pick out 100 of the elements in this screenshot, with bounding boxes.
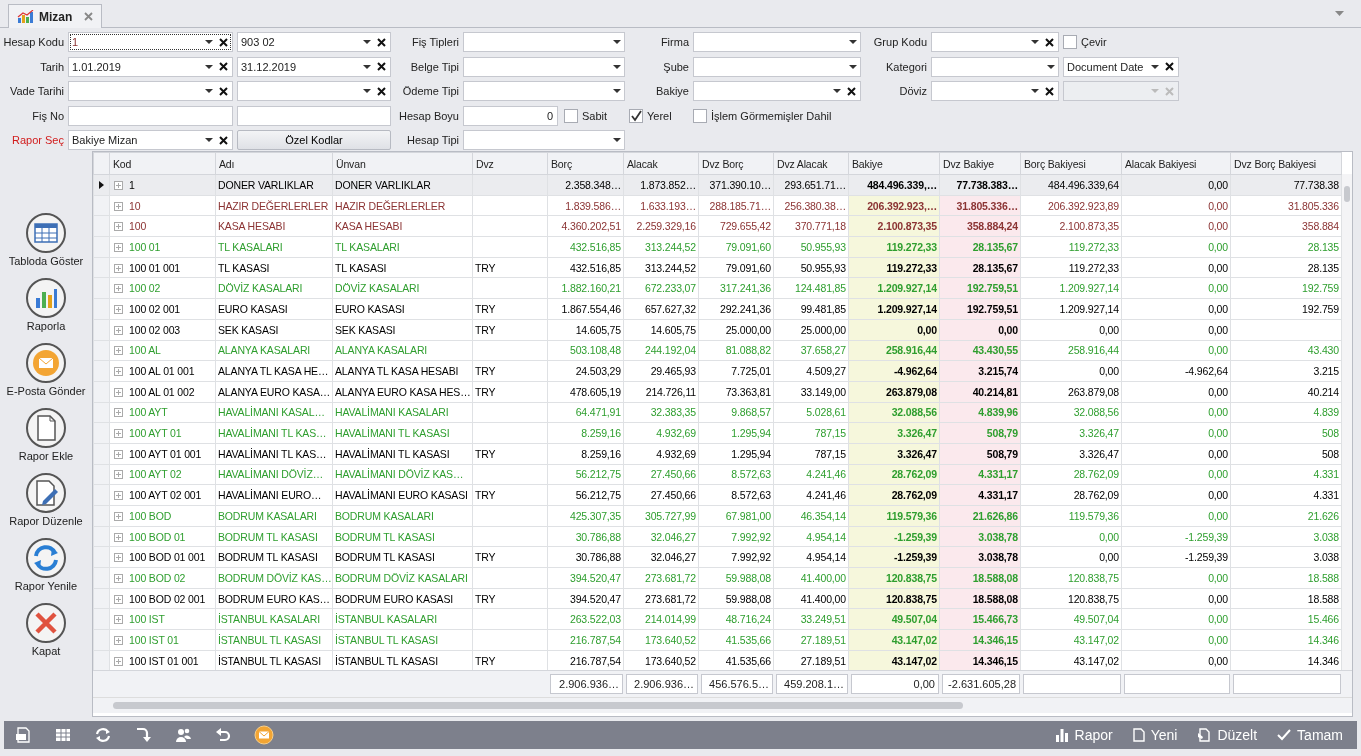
checkbox[interactable] [564, 108, 578, 123]
clear-icon[interactable] [377, 37, 386, 47]
caret-icon[interactable] [613, 89, 621, 93]
special-codes-button[interactable]: Özel Kodlar [237, 130, 391, 150]
clear-icon[interactable] [219, 37, 228, 47]
caret-icon[interactable] [613, 138, 621, 142]
expand-icon[interactable] [114, 615, 123, 625]
expand-icon[interactable] [114, 180, 123, 190]
dropdown-field[interactable] [693, 56, 861, 77]
dropdown-field[interactable] [463, 56, 625, 77]
table-icon[interactable] [54, 726, 72, 744]
caret-icon[interactable] [363, 40, 371, 44]
sidebar-button-label[interactable]: Rapor Yenile [14, 580, 78, 592]
expand-icon[interactable] [114, 594, 123, 604]
sidebar-icon[interactable] [26, 538, 66, 578]
caret-icon[interactable] [1151, 64, 1159, 69]
undo-icon[interactable] [214, 726, 232, 744]
table-row[interactable]: 100 AYT 02 001 HAVALİMANI EURO… HAVALİMANI EURO KASASI TRY 56.212,75 27.450,66 8.572,63 4.241,46 28.762,09 4.331,17 28.762,09 0,00 4.331 [93, 484, 1342, 506]
clear-icon[interactable] [377, 86, 386, 96]
input-field[interactable] [237, 105, 391, 126]
caret-icon[interactable] [1047, 64, 1055, 69]
clear-icon[interactable] [219, 135, 228, 145]
table-row[interactable]: 100 AL 01 001 ALANYA TL KASA HE… ALANYA TL KASA HESABI TRY 24.503,29 29.465,93 7.725,01 4.509,27 -4.962,64 3.215,74 0,00 -4.962,64 3.215 [93, 360, 1342, 382]
number-field[interactable]: 0 [463, 105, 558, 126]
table-row[interactable]: 100 KASA HESABI KASA HESABI 4.360.202,51 2.259.329,16 729.655,42 370.771,18 2.100.873,35 358.884,24 2.100.873,35 0,00 358.884 [93, 215, 1342, 237]
column-header[interactable]: Dvz Borç Bakiyesi [1230, 152, 1342, 175]
expand-icon[interactable] [114, 346, 123, 356]
caret-icon[interactable] [205, 64, 213, 69]
redo-arrow-icon[interactable] [134, 726, 152, 744]
toolbar-action-button[interactable]: Rapor [1050, 727, 1117, 743]
dropdown-field[interactable] [463, 32, 625, 52]
table-row[interactable]: 100 AYT HAVALİMANI KASAL… HAVALİMANI KASALARI 64.471,91 32.383,35 9.868,57 5.028,61 32.088,56 4.839,96 32.088,56 0,00 4.839 [93, 402, 1342, 423]
refresh-icon[interactable] [94, 726, 112, 744]
dropdown-field[interactable]: 1.01.2019 [68, 56, 233, 77]
expand-icon[interactable] [114, 408, 123, 418]
column-header[interactable]: Dvz [472, 152, 548, 175]
table-row[interactable]: 100 AYT 01 HAVALİMANI TL KAS… HAVALİMANI TL KASASI 8.259,16 4.932,69 1.295,94 787,15 3.326,47 508,79 3.326,47 0,00 508 [93, 422, 1342, 444]
expand-icon[interactable] [114, 325, 123, 335]
clear-icon[interactable] [377, 62, 386, 71]
expand-icon[interactable] [114, 201, 123, 211]
expand-icon[interactable] [114, 470, 123, 480]
expand-icon[interactable] [114, 491, 123, 501]
column-header[interactable]: Dvz Alacak [773, 152, 849, 175]
caret-icon[interactable] [363, 64, 371, 69]
clear-icon[interactable] [1045, 37, 1054, 47]
dropdown-field[interactable]: 1 [68, 32, 233, 52]
sidebar-button-label[interactable]: Raporla [26, 320, 66, 332]
column-header[interactable]: Alacak Bakiyesi [1121, 152, 1231, 175]
caret-icon[interactable] [849, 40, 857, 44]
dropdown-field[interactable] [693, 81, 861, 101]
caret-icon[interactable] [613, 64, 621, 69]
caret-icon[interactable] [363, 89, 371, 93]
horizontal-scrollbar[interactable] [93, 697, 1352, 713]
table-row[interactable]: 10 HAZIR DEĞERLERLER HAZIR DEĞERLERLER 1.839.586… 1.633.193… 288.185.71… 256.380.38… 206.392.923,… 31.805.336… 206.392.923,89 0,00 31.805.336 [93, 195, 1342, 216]
caret-icon[interactable] [1031, 40, 1039, 44]
sidebar-button-label[interactable]: E-Posta Gönder [6, 385, 86, 397]
table-row[interactable]: 100 BOD 01 BODRUM TL KASASI BODRUM TL KASASI 30.786,88 32.046,27 7.992,92 4.954,14 -1.259,39 3.038,78 0,00 -1.259,39 3.038 [93, 526, 1342, 547]
sidebar-button-label[interactable]: Rapor Düzenle [9, 515, 83, 527]
dropdown-field[interactable]: Bakiye Mizan [68, 130, 233, 150]
caret-icon[interactable] [1031, 89, 1039, 93]
column-header[interactable]: Dvz Borç [698, 152, 774, 175]
column-header[interactable]: Borç [547, 152, 624, 175]
caret-icon[interactable] [613, 40, 621, 44]
dropdown-field[interactable] [68, 81, 233, 101]
dropdown-field[interactable] [463, 130, 625, 150]
dropdown-field[interactable]: Document Date [1063, 56, 1179, 77]
expand-icon[interactable] [114, 573, 123, 583]
table-row[interactable]: 100 BOD 02 001 BODRUM EURO KAS… BODRUM EURO KASASI TRY 394.520,47 273.681,72 59.988,08 41.400,00 120.838,75 18.588,08 120.838,75 0,00 18.588 [93, 588, 1342, 609]
dropdown-field[interactable] [463, 81, 625, 101]
sidebar-icon[interactable] [26, 343, 66, 383]
dropdown-field[interactable] [237, 81, 391, 101]
table-row[interactable]: 100 02 003 SEK KASASI SEK KASASI TRY 14.605,75 14.605,75 25.000,00 25.000,00 0,00 0,00 0,00 0,00 [93, 319, 1342, 340]
expand-icon[interactable] [114, 284, 123, 294]
column-header[interactable]: Borç Bakiyesi [1020, 152, 1122, 175]
clear-icon[interactable] [847, 86, 856, 96]
expand-icon[interactable] [114, 367, 123, 377]
report-tab[interactable]: Mizan [8, 4, 103, 28]
sidebar-icon[interactable] [26, 603, 66, 643]
caret-icon[interactable] [833, 89, 841, 93]
sidebar-icon[interactable] [26, 408, 66, 448]
dropdown-field[interactable]: 903 02 [237, 32, 391, 52]
expand-icon[interactable] [114, 263, 123, 273]
input-field[interactable] [68, 105, 233, 126]
expand-icon[interactable] [114, 553, 123, 563]
vertical-scrollbar[interactable] [1342, 174, 1352, 670]
checkbox[interactable] [629, 108, 643, 123]
close-icon[interactable] [84, 12, 94, 21]
sidebar-icon[interactable] [26, 213, 66, 253]
table-row[interactable]: 1 DONER VARLIKLAR DONER VARLIKLAR 2.358.348… 1.873.852… 371.390.10… 293.651.71… 484.496.339,… 77.738.383… 484.496.339,64 0,00 77.738.38 [93, 174, 1342, 196]
table-row[interactable]: 100 02 DÖVİZ KASALARI DÖVİZ KASALARI 1.882.160,21 672.233,07 317.241,36 124.481,85 1.209.927,14 192.759,51 1.209.927,14 0,00 192.759 [93, 277, 1342, 299]
table-row[interactable]: 100 BOD 01 001 BODRUM TL KASASI BODRUM TL KASASI TRY 30.786,88 32.046,27 7.992,92 4.954,14 -1.259,39 3.038,78 0,00 -1.259,39 3.038 [93, 546, 1342, 568]
caret-icon[interactable] [205, 40, 213, 44]
sidebar-icon[interactable] [26, 278, 66, 318]
expand-icon[interactable] [114, 635, 123, 645]
excel-export-icon[interactable] [14, 726, 32, 744]
caret-icon[interactable] [205, 89, 213, 93]
clear-icon[interactable] [219, 86, 228, 96]
dropdown-field[interactable]: 31.12.2019 [237, 56, 391, 77]
table-row[interactable]: 100 02 001 EURO KASASI EURO KASASI TRY 1.867.554,46 657.627,32 292.241,36 99.481,85 1.209.927,14 192.759,51 1.209.927,14 0,00 192.759 [93, 298, 1342, 320]
toolbar-action-button[interactable]: Tamam [1273, 727, 1347, 743]
